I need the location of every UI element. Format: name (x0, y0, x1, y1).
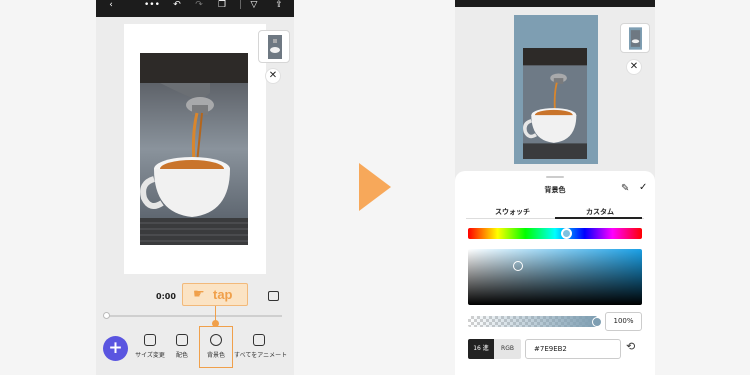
tool-label: 背景色 (206, 352, 225, 359)
sheet-drag-handle[interactable] (546, 176, 564, 178)
color-picker-sheet: 背景色 ✎ ✓ スウォッチ カスタム 100% 16 進 RGB #7E9EB2… (455, 171, 655, 375)
tool-animate-all[interactable]: すべてをアニメート (234, 334, 288, 364)
hue-slider-handle[interactable] (561, 228, 572, 239)
tool-label: 配色 (175, 352, 188, 359)
tool-label: すべてをアニメート (234, 352, 288, 359)
opacity-input[interactable]: 100% (605, 312, 642, 331)
toolbar-divider (240, 0, 241, 9)
top-toolbar: ‹ ••• ↶ ↷ ❐ ▽ ⇪ (96, 0, 294, 17)
active-tab-indicator (555, 217, 642, 219)
playback-time: 0:00 (156, 292, 176, 301)
swap-icon[interactable]: ⟲ (626, 340, 635, 353)
mode-hex-button[interactable]: 16 進 (468, 339, 494, 359)
opacity-slider[interactable] (468, 316, 597, 327)
undo-icon[interactable]: ↶ (172, 0, 182, 10)
hue-slider[interactable] (468, 228, 642, 239)
opacity-gradient (468, 316, 597, 327)
coffee-photo[interactable] (523, 48, 587, 159)
more-icon[interactable]: ••• (144, 0, 160, 10)
share-icon[interactable]: ⇪ (274, 0, 284, 10)
mode-rgb-button[interactable]: RGB (494, 339, 521, 359)
opacity-slider-handle[interactable] (592, 317, 602, 327)
tap-callout: ☛ tap (182, 283, 248, 306)
thumbnail-image-icon (629, 27, 642, 50)
tutorial-stage: ‹ ••• ↶ ↷ ❐ ▽ ⇪ ✕ 0:00 ☛ tap + サイズ変更 配色 … (0, 0, 750, 375)
tab-custom[interactable]: カスタム (586, 207, 614, 217)
thumbnail-image-icon (268, 35, 282, 59)
right-screen: ✕ 背景色 ✎ ✓ スウォッチ カスタム 100% 16 進 RGB #7E9E… (455, 0, 655, 375)
tab-swatches[interactable]: スウォッチ (495, 207, 530, 217)
page-thumbnail[interactable] (620, 23, 650, 53)
comment-icon[interactable]: ▽ (249, 0, 259, 10)
check-icon[interactable]: ✓ (639, 182, 647, 193)
circle-icon (210, 334, 222, 346)
tool-background-color[interactable]: 背景色 (202, 334, 230, 364)
coffee-image-icon (523, 48, 587, 159)
back-icon[interactable]: ‹ (106, 0, 116, 10)
left-screen: ‹ ••• ↶ ↷ ❐ ▽ ⇪ ✕ 0:00 ☛ tap + サイズ変更 配色 … (96, 0, 294, 375)
palette-icon (176, 334, 188, 346)
animate-icon (253, 334, 265, 346)
saturation-brightness-handle[interactable] (513, 261, 523, 271)
timeline-scrubber[interactable] (103, 312, 110, 319)
hex-color-input[interactable]: #7E9EB2 (525, 339, 621, 359)
next-step-arrow-icon (359, 163, 391, 211)
resize-icon (144, 334, 156, 346)
redo-icon[interactable]: ↷ (194, 0, 204, 10)
eyedropper-icon[interactable]: ✎ (621, 183, 629, 194)
saturation-brightness-picker[interactable] (468, 249, 642, 305)
copy-icon[interactable]: ❐ (217, 0, 227, 10)
close-icon[interactable]: ✕ (265, 68, 281, 84)
top-toolbar (455, 0, 655, 7)
tool-label: サイズ変更 (135, 352, 165, 359)
page-thumbnail[interactable] (258, 30, 290, 63)
close-icon[interactable]: ✕ (626, 59, 642, 75)
tool-palette[interactable]: 配色 (172, 334, 192, 364)
film-icon[interactable] (268, 291, 279, 301)
tap-label: tap (213, 287, 233, 302)
add-button[interactable]: + (103, 336, 128, 361)
timeline-track[interactable] (106, 315, 282, 317)
coffee-image-icon (140, 53, 248, 245)
pointing-hand-icon: ☛ (193, 287, 205, 302)
tool-resize[interactable]: サイズ変更 (134, 334, 166, 364)
coffee-photo[interactable] (140, 53, 248, 245)
